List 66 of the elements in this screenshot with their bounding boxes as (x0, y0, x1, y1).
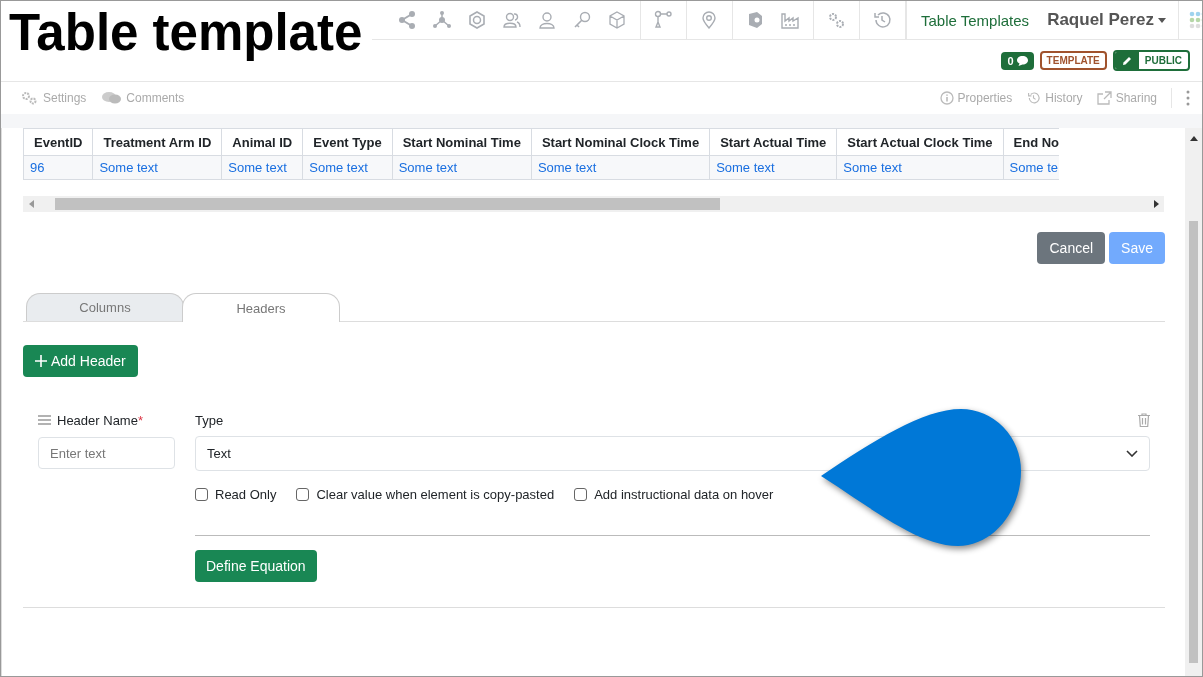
vertical-scrollbar[interactable] (1185, 128, 1202, 676)
left-arrow-icon[interactable] (28, 200, 34, 208)
right-arrow-icon[interactable] (1153, 200, 1159, 208)
table-cell: Some text (302, 155, 393, 180)
column-header: Start Actual Clock Time (836, 128, 1004, 156)
column-header: Treatment Arm ID (92, 128, 222, 156)
template-badge: TEMPLATE (1039, 51, 1107, 70)
table-cell: Some text (392, 155, 532, 180)
toolbar-action[interactable]: History (1026, 91, 1083, 105)
more-icon[interactable] (1186, 90, 1190, 106)
public-badge[interactable]: PUBLIC (1112, 50, 1190, 71)
caret-icon (1157, 17, 1166, 23)
column-header: Start Nominal Clock Time (531, 128, 710, 156)
user-icon[interactable] (537, 10, 557, 30)
toolbar-action[interactable]: Properties (939, 91, 1013, 105)
column-header: End No (1003, 128, 1060, 156)
checkbox-option[interactable]: Clear value when element is copy-pasted (296, 487, 555, 502)
factory-icon[interactable] (780, 10, 800, 30)
network-icon[interactable] (432, 10, 452, 30)
checkbox-option[interactable]: Read Only (195, 487, 277, 502)
history-icon[interactable] (872, 10, 892, 30)
table-cell: Some text (531, 155, 710, 180)
nav-link[interactable]: Table Templates (906, 1, 1044, 39)
cube-icon[interactable] (607, 10, 627, 30)
share-icon[interactable] (397, 10, 417, 30)
map-pin-icon[interactable] (699, 10, 719, 30)
header-name-input[interactable]: Enter text (38, 437, 175, 469)
trash-icon[interactable] (1138, 413, 1150, 427)
history-icon (1026, 91, 1042, 105)
table-cell: Some text (92, 155, 222, 180)
add-header-button[interactable]: Add Header (23, 345, 138, 377)
column-header: Event Type (302, 128, 393, 156)
table-cell: Some text (836, 155, 1004, 180)
up-arrow-icon[interactable] (1189, 136, 1198, 141)
chevron-down-icon (1126, 450, 1138, 457)
app-grid-icon[interactable] (1188, 11, 1202, 29)
toolbar-action[interactable]: Comments (102, 91, 185, 105)
speech-bubbles-icon (102, 91, 123, 105)
key-icon[interactable] (572, 10, 592, 30)
toolbar-action[interactable]: Settings (21, 91, 87, 105)
table-cell: 96 (23, 155, 93, 180)
field-label: Type (195, 412, 224, 428)
gears-icon (21, 91, 39, 105)
drag-handle-icon[interactable] (38, 415, 51, 425)
tab[interactable]: Headers (182, 293, 340, 322)
column-header: Start Actual Time (709, 128, 837, 156)
column-header: Start Nominal Time (392, 128, 532, 156)
horizontal-scrollbar[interactable] (23, 196, 1164, 212)
hexagon-badge-icon[interactable] (467, 10, 487, 30)
users-icon[interactable] (502, 10, 522, 30)
checkbox-option[interactable]: Add instructional data on hover (574, 487, 774, 502)
info-icon (939, 91, 954, 105)
user-menu[interactable]: Raquel Perez (1043, 1, 1178, 39)
cancel-button[interactable]: Cancel (1037, 232, 1106, 264)
column-header: EventID (23, 128, 93, 156)
tab[interactable]: Columns (26, 293, 184, 321)
comment-count-badge[interactable]: 0 (1001, 51, 1034, 70)
field-label: Header Name* (57, 412, 143, 428)
table-cell: Some text (709, 155, 837, 180)
toolbar-action[interactable]: Sharing (1096, 91, 1157, 105)
column-header: Animal ID (221, 128, 303, 156)
gears-icon[interactable] (826, 10, 846, 30)
share-icon (1096, 91, 1112, 105)
define-equation-button[interactable]: Define Equation (195, 550, 317, 582)
branch-icon[interactable] (653, 10, 673, 30)
plus-icon (35, 355, 47, 367)
